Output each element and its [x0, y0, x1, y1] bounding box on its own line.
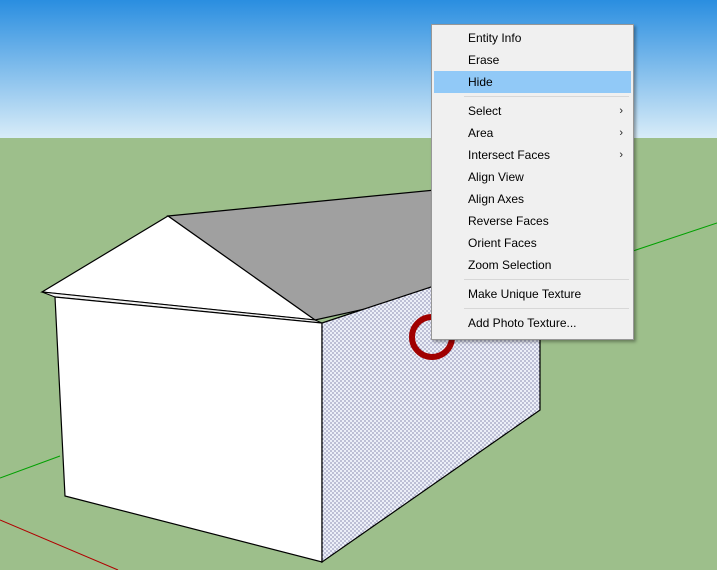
menu-item-label: Hide: [468, 75, 493, 89]
menu-item-label: Orient Faces: [468, 236, 537, 250]
menu-item-add-photo-texture[interactable]: Add Photo Texture...: [434, 312, 631, 334]
menu-item-select[interactable]: Select ›: [434, 100, 631, 122]
menu-item-align-axes[interactable]: Align Axes: [434, 188, 631, 210]
menu-item-label: Reverse Faces: [468, 214, 549, 228]
menu-item-align-view[interactable]: Align View: [434, 166, 631, 188]
menu-item-zoom-selection[interactable]: Zoom Selection: [434, 254, 631, 276]
menu-item-label: Area: [468, 126, 494, 140]
menu-item-label: Align Axes: [468, 192, 525, 206]
menu-item-label: Erase: [468, 53, 500, 67]
menu-item-label: Make Unique Texture: [468, 287, 582, 301]
menu-item-orient-faces[interactable]: Orient Faces: [434, 232, 631, 254]
menu-separator: [464, 308, 629, 309]
menu-separator: [464, 279, 629, 280]
menu-item-label: Select: [468, 104, 502, 118]
menu-item-erase[interactable]: Erase: [434, 49, 631, 71]
chevron-right-icon: ›: [619, 105, 623, 117]
menu-item-label: Zoom Selection: [468, 258, 552, 272]
chevron-right-icon: ›: [619, 127, 623, 139]
chevron-right-icon: ›: [619, 149, 623, 161]
menu-item-label: Align View: [468, 170, 524, 184]
menu-item-label: Intersect Faces: [468, 148, 551, 162]
context-menu: Entity Info Erase Hide Select › Area › Int…: [431, 24, 634, 340]
menu-item-area[interactable]: Area ›: [434, 122, 631, 144]
menu-item-intersect-faces[interactable]: Intersect Faces ›: [434, 144, 631, 166]
menu-item-label: Add Photo Texture...: [468, 316, 577, 330]
menu-item-hide[interactable]: Hide: [434, 71, 631, 93]
menu-separator: [464, 96, 629, 97]
menu-item-entity-info[interactable]: Entity Info: [434, 27, 631, 49]
menu-item-make-unique-texture[interactable]: Make Unique Texture: [434, 283, 631, 305]
menu-item-reverse-faces[interactable]: Reverse Faces: [434, 210, 631, 232]
menu-item-label: Entity Info: [468, 31, 522, 45]
